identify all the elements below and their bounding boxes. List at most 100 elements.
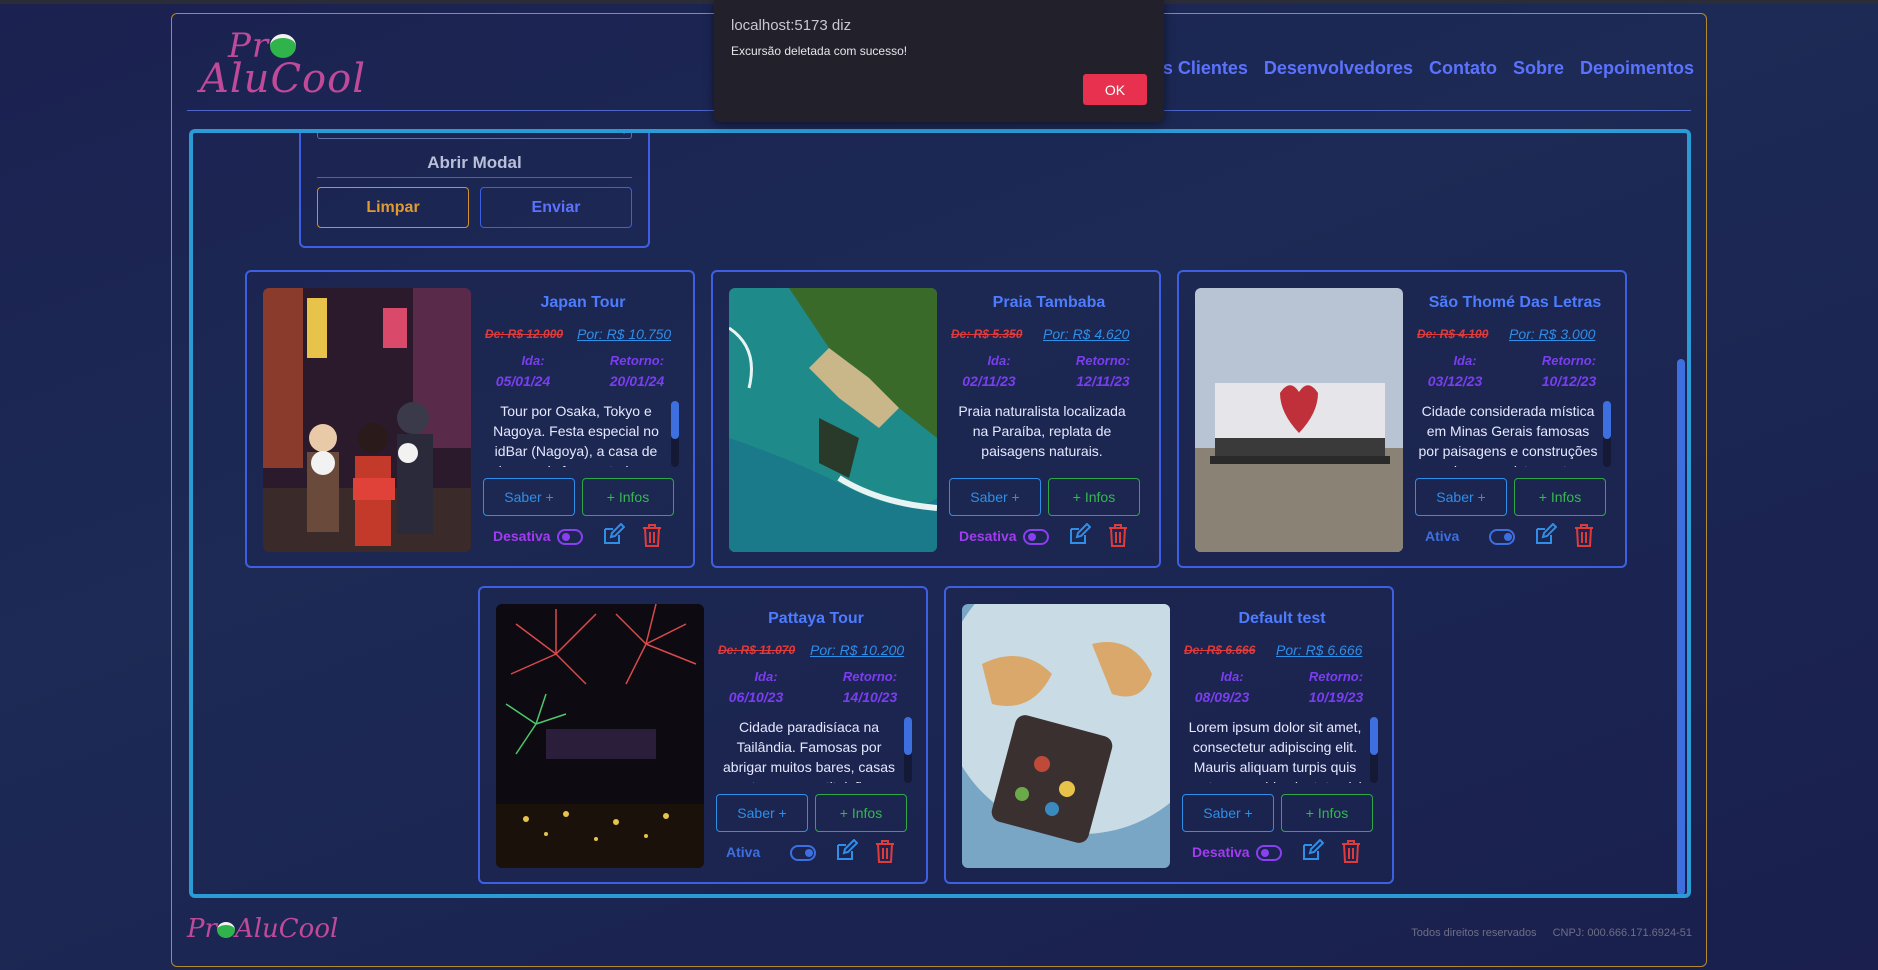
old-price: De: R$ 5.350 bbox=[951, 327, 1023, 341]
form-divider bbox=[317, 177, 632, 178]
status-toggle[interactable] bbox=[1023, 529, 1049, 545]
edit-icon[interactable] bbox=[1300, 839, 1324, 863]
return-label: Retorno: bbox=[1075, 353, 1131, 368]
description-scrollbar[interactable] bbox=[671, 401, 679, 467]
main-nav: síveis Clientes Desenvolvedores Contato … bbox=[1123, 58, 1694, 79]
excursion-card: Praia Tambaba De: R$ 5.350 Por: R$ 4.620… bbox=[711, 270, 1161, 568]
footer-info: Todos direitos reservados CNPJ: 000.666.… bbox=[1411, 927, 1692, 939]
new-price: Por: R$ 10.750 bbox=[577, 326, 672, 342]
alert-message: Excursão deletada com sucesso! bbox=[731, 44, 908, 58]
new-price: Por: R$ 10.200 bbox=[810, 642, 905, 658]
excursion-form: ⟋ Abrir Modal Limpar Enviar bbox=[299, 133, 650, 248]
learn-more-button[interactable]: Saber + bbox=[483, 478, 575, 516]
return-date: 10/19/23 bbox=[1308, 689, 1364, 705]
nav-link-contato[interactable]: Contato bbox=[1429, 58, 1497, 79]
return-date: 12/11/23 bbox=[1076, 373, 1130, 389]
more-info-button[interactable]: + Infos bbox=[1281, 794, 1373, 832]
nav-link-desenvolvedores[interactable]: Desenvolvedores bbox=[1264, 58, 1413, 79]
footer-cnpj: CNPJ: 000.666.171.6924-51 bbox=[1552, 927, 1692, 939]
more-info-button[interactable]: + Infos bbox=[1048, 478, 1140, 516]
departure-label: Ida: bbox=[1220, 669, 1244, 684]
alert-title: localhost:5173 diz bbox=[731, 17, 852, 34]
card-description: Praia naturalista localizada na Paraíba,… bbox=[958, 403, 1126, 459]
more-info-button[interactable]: + Infos bbox=[815, 794, 907, 832]
excursion-image-pattaya bbox=[496, 604, 704, 868]
excursion-image-default bbox=[962, 604, 1170, 868]
panel-scrollbar[interactable] bbox=[1677, 359, 1685, 894]
site-logo[interactable]: Pr AluCool bbox=[200, 26, 365, 102]
browser-alert-dialog: localhost:5173 diz Excursão deletada com… bbox=[714, 0, 1164, 122]
edit-icon[interactable] bbox=[834, 839, 858, 863]
learn-more-button[interactable]: Saber + bbox=[716, 794, 808, 832]
return-date: 10/12/23 bbox=[1541, 373, 1597, 389]
submit-button[interactable]: Enviar bbox=[480, 187, 632, 228]
departure-date: 06/10/23 bbox=[728, 689, 784, 705]
departure-label: Ida: bbox=[987, 353, 1011, 368]
excursion-card: Default test De: R$ 6.666 Por: R$ 6.666 … bbox=[944, 586, 1394, 884]
status-toggle[interactable] bbox=[1489, 529, 1515, 545]
status-label: Ativa bbox=[726, 844, 761, 860]
trash-icon[interactable] bbox=[1107, 522, 1129, 548]
excursion-card: Japan Tour De: R$ 12.000 Por: R$ 10.750 … bbox=[245, 270, 695, 568]
status-toggle[interactable] bbox=[1256, 845, 1282, 861]
old-price: De: R$ 4.100 bbox=[1417, 327, 1489, 341]
alert-ok-button[interactable]: OK bbox=[1083, 74, 1147, 105]
footer-logo[interactable]: Pr AluCool bbox=[187, 914, 338, 944]
open-modal-button[interactable]: Abrir Modal bbox=[317, 153, 632, 173]
status-toggle[interactable] bbox=[790, 845, 816, 861]
old-price: De: R$ 12.000 bbox=[485, 327, 564, 341]
old-price: De: R$ 11.070 bbox=[718, 643, 796, 657]
coconut-icon bbox=[270, 34, 296, 58]
departure-label: Ida: bbox=[754, 669, 778, 684]
card-description: Tour por Osaka, Tokyo e Nagoya. Festa es… bbox=[492, 403, 661, 467]
status-label: Ativa bbox=[1425, 528, 1460, 544]
more-info-button[interactable]: + Infos bbox=[1514, 478, 1606, 516]
nav-link-sobre[interactable]: Sobre bbox=[1513, 58, 1564, 79]
departure-date: 08/09/23 bbox=[1194, 689, 1250, 705]
edit-icon[interactable] bbox=[1067, 523, 1091, 547]
nav-link-depoimentos[interactable]: Depoimentos bbox=[1580, 58, 1694, 79]
return-label: Retorno: bbox=[1308, 669, 1364, 684]
learn-more-button[interactable]: Saber + bbox=[1415, 478, 1507, 516]
departure-date: 05/01/24 bbox=[495, 373, 551, 389]
return-label: Retorno: bbox=[842, 669, 898, 684]
learn-more-button[interactable]: Saber + bbox=[1182, 794, 1274, 832]
old-price: De: R$ 6.666 bbox=[1184, 643, 1256, 657]
trash-icon[interactable] bbox=[641, 522, 663, 548]
excursion-image-beach bbox=[729, 288, 937, 552]
description-scrollbar[interactable] bbox=[1603, 401, 1611, 467]
description-textarea[interactable]: ⟋ bbox=[317, 133, 632, 139]
more-info-button[interactable]: + Infos bbox=[582, 478, 674, 516]
excursion-card: Pattaya Tour De: R$ 11.070 Por: R$ 10.20… bbox=[478, 586, 928, 884]
new-price: Por: R$ 6.666 bbox=[1276, 642, 1363, 658]
status-label: Desativa bbox=[493, 528, 551, 544]
card-title: Praia Tambaba bbox=[992, 294, 1106, 311]
card-title: Pattaya Tour bbox=[768, 610, 864, 627]
trash-icon[interactable] bbox=[1340, 838, 1362, 864]
trash-icon[interactable] bbox=[1573, 522, 1595, 548]
card-description: Cidade paradisíaca na Tailândia. Famosas… bbox=[723, 719, 895, 783]
clear-button[interactable]: Limpar bbox=[317, 187, 469, 228]
excursion-image-japan bbox=[263, 288, 471, 552]
card-title: São Thomé Das Letras bbox=[1428, 294, 1602, 311]
departure-date: 02/11/23 bbox=[962, 373, 1016, 389]
edit-icon[interactable] bbox=[1533, 523, 1557, 547]
edit-icon[interactable] bbox=[601, 523, 625, 547]
status-label: Desativa bbox=[1192, 844, 1250, 860]
description-scrollbar[interactable] bbox=[1370, 717, 1378, 783]
return-label: Retorno: bbox=[609, 353, 665, 368]
card-description: Lorem ipsum dolor sit amet, consectetur … bbox=[1188, 719, 1362, 783]
trash-icon[interactable] bbox=[874, 838, 896, 864]
footer-rights: Todos direitos reservados bbox=[1411, 927, 1537, 939]
app-frame: Pr AluCool síveis Clientes Desenvolvedor… bbox=[171, 13, 1707, 967]
departure-label: Ida: bbox=[1453, 353, 1477, 368]
description-scrollbar[interactable] bbox=[904, 717, 912, 783]
card-description: Cidade considerada mística em Minas Gera… bbox=[1418, 403, 1598, 467]
learn-more-button[interactable]: Saber + bbox=[949, 478, 1041, 516]
excursion-card: São Thomé Das Letras De: R$ 4.100 Por: R… bbox=[1177, 270, 1627, 568]
status-toggle[interactable] bbox=[557, 529, 583, 545]
coconut-icon bbox=[216, 922, 235, 938]
new-price: Por: R$ 4.620 bbox=[1043, 326, 1130, 342]
card-title: Default test bbox=[1238, 610, 1326, 627]
excursions-panel: ⟋ Abrir Modal Limpar Enviar Japan Tour D… bbox=[189, 129, 1691, 898]
